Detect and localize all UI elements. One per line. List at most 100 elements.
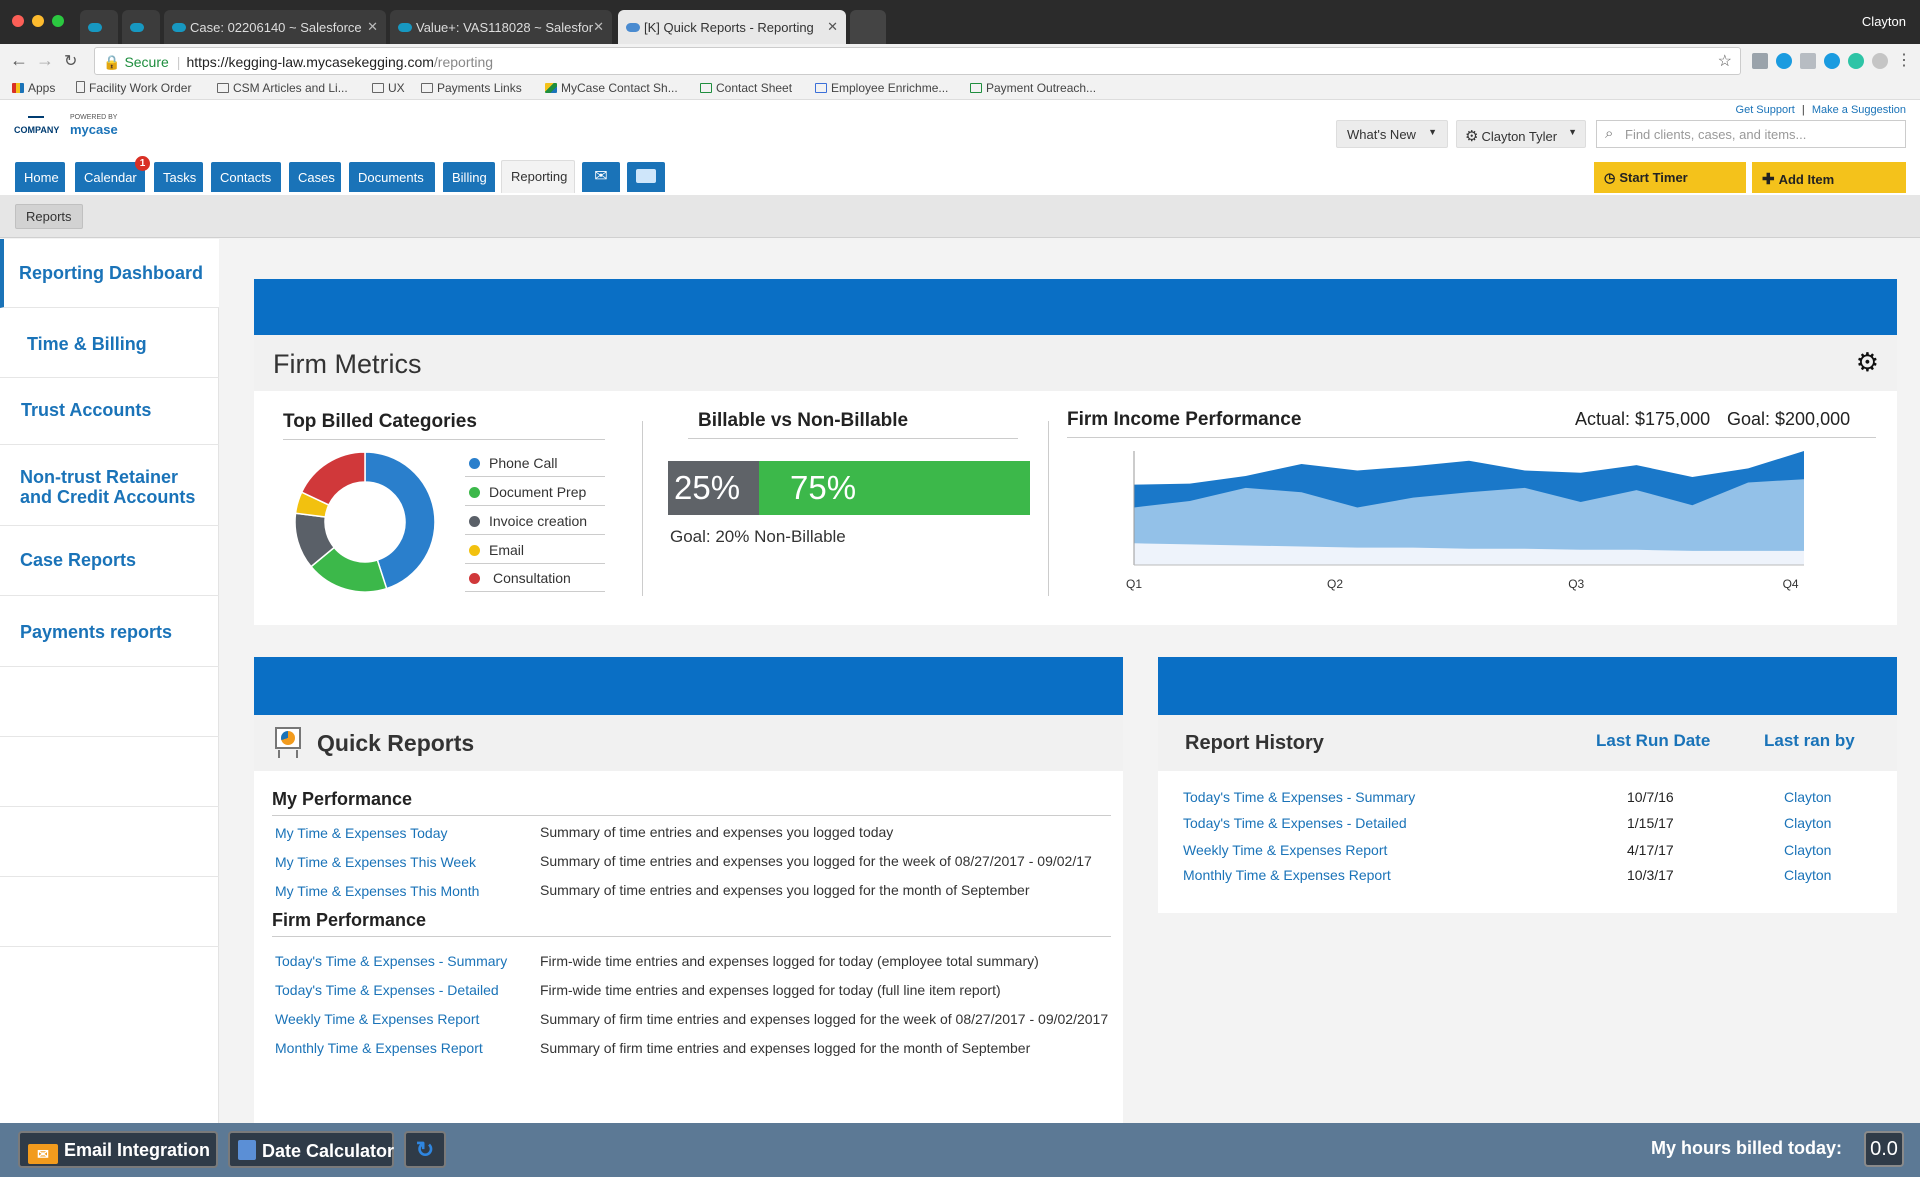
- global-search-input[interactable]: ⌕ Find clients, cases, and items...: [1596, 120, 1906, 148]
- get-support-link[interactable]: Get Support: [1736, 104, 1795, 116]
- tab-home[interactable]: Home: [15, 162, 65, 192]
- history-report-link[interactable]: Weekly Time & Expenses Report: [1183, 842, 1387, 858]
- mycase-tab-icon: [626, 23, 640, 32]
- browser-tab[interactable]: Value+: VAS118028 ~ Salesfor ✕: [390, 10, 612, 44]
- sidebar-item-case-reports[interactable]: Case Reports: [0, 526, 219, 596]
- sync-globe-icon[interactable]: ↻: [404, 1131, 446, 1168]
- firm-metrics-header: Firm Metrics ⚙: [254, 335, 1897, 391]
- email-integration-button[interactable]: ✉ Email Integration: [18, 1131, 218, 1168]
- tab-reporting[interactable]: Reporting: [501, 160, 575, 193]
- bookmark-item[interactable]: Employee Enrichme...: [815, 81, 948, 95]
- history-user-link[interactable]: Clayton: [1784, 842, 1831, 858]
- report-link[interactable]: My Time & Expenses This Week: [275, 854, 476, 870]
- report-link[interactable]: My Time & Expenses This Month: [275, 883, 479, 899]
- sheets-icon: [700, 83, 712, 93]
- presentation-chart-icon: [272, 725, 304, 759]
- extension-icon[interactable]: [1800, 53, 1816, 69]
- bookmark-star-icon[interactable]: ☆: [1718, 51, 1732, 71]
- close-tab-icon[interactable]: ✕: [827, 19, 838, 35]
- bookmark-item[interactable]: Facility Work Order: [76, 81, 191, 95]
- clock-icon: ◷: [1604, 170, 1616, 185]
- history-report-link[interactable]: Monthly Time & Expenses Report: [1183, 867, 1391, 883]
- minimize-window-icon[interactable]: [32, 15, 44, 27]
- email-icon[interactable]: ✉: [582, 162, 620, 192]
- legend-item: Document Prep: [465, 478, 605, 506]
- sidebar-item-time-billing[interactable]: Time & Billing: [0, 308, 219, 378]
- company-logo[interactable]: COMPANY: [14, 125, 59, 135]
- firm-income-area-chart: Q1 Q2 Q3 Q4: [1126, 451, 1804, 591]
- bookmark-item[interactable]: MyCase Contact Sh...: [545, 81, 678, 95]
- tab-calendar[interactable]: Calendar: [75, 162, 145, 192]
- browser-tab[interactable]: Case: 02206140 ~ Salesforce ✕: [164, 10, 386, 44]
- sidebar-item-non-trust-retainer[interactable]: Non-trust Retainer and Credit Accounts: [0, 445, 219, 526]
- close-tab-icon[interactable]: ✕: [367, 19, 378, 35]
- sidebar-item-payments-reports[interactable]: Payments reports: [0, 596, 219, 667]
- salesforce-icon: [172, 23, 186, 32]
- extension-icon[interactable]: [1872, 53, 1888, 69]
- extension-icon[interactable]: [1752, 53, 1768, 69]
- browser-profile-name[interactable]: Clayton: [1862, 14, 1906, 29]
- tab-cases[interactable]: Cases: [289, 162, 341, 192]
- history-user-link[interactable]: Clayton: [1784, 867, 1831, 883]
- url-field[interactable]: 🔒 Secure | https://kegging-law.mycasekeggin…: [94, 47, 1741, 75]
- billable-bar: 25% 75%: [668, 461, 1030, 515]
- report-link[interactable]: My Time & Expenses Today: [275, 825, 447, 841]
- report-history-title: Report History: [1185, 732, 1324, 754]
- forward-icon[interactable]: →: [36, 50, 54, 71]
- reports-subtab[interactable]: Reports: [15, 204, 83, 229]
- reporting-sidebar: Reporting Dashboard Time & Billing Trust…: [0, 239, 219, 1123]
- easel-legs-shape: [278, 750, 298, 758]
- tab-billing[interactable]: Billing: [443, 162, 495, 192]
- new-tab-button[interactable]: [850, 10, 886, 44]
- whats-new-dropdown[interactable]: What's New ▼: [1336, 120, 1448, 148]
- add-item-button[interactable]: ✚ Add Item: [1752, 162, 1906, 193]
- last-run-date-header[interactable]: Last Run Date: [1596, 731, 1710, 751]
- extension-icon[interactable]: [1848, 53, 1864, 69]
- quick-reports-header: Quick Reports: [254, 715, 1123, 771]
- tab-tasks[interactable]: Tasks: [154, 162, 203, 192]
- top-billed-donut-chart: [295, 452, 435, 592]
- maximize-window-icon[interactable]: [52, 15, 64, 27]
- bookmark-item[interactable]: Payment Outreach...: [970, 81, 1096, 95]
- report-link[interactable]: Weekly Time & Expenses Report: [275, 1011, 479, 1027]
- report-link[interactable]: Monthly Time & Expenses Report: [275, 1040, 483, 1056]
- caret-down-icon: ▼: [1428, 127, 1437, 137]
- report-link[interactable]: Today's Time & Expenses - Detailed: [275, 982, 499, 998]
- bookmark-folder[interactable]: CSM Articles and Li...: [217, 81, 348, 95]
- make-suggestion-link[interactable]: Make a Suggestion: [1812, 104, 1906, 116]
- browser-menu-icon[interactable]: ⋮: [1896, 50, 1912, 70]
- settings-gear-icon[interactable]: ⚙: [1856, 347, 1879, 378]
- tab-contacts[interactable]: Contacts: [211, 162, 281, 192]
- extension-icon[interactable]: [1776, 53, 1792, 69]
- bookmark-folder[interactable]: Payments Links: [421, 81, 522, 95]
- sidebar-item-reporting-dashboard[interactable]: Reporting Dashboard: [0, 239, 219, 308]
- sheets-icon: [970, 83, 982, 93]
- user-menu-dropdown[interactable]: ⚙ Clayton Tyler ▼: [1456, 120, 1586, 148]
- browser-tab-active[interactable]: [K] Quick Reports - Reporting ✕: [618, 10, 846, 44]
- close-tab-icon[interactable]: ✕: [593, 19, 604, 35]
- back-icon[interactable]: ←: [10, 50, 28, 71]
- history-report-link[interactable]: Today's Time & Expenses - Detailed: [1183, 815, 1407, 831]
- start-timer-button[interactable]: ◷ Start Timer: [1594, 162, 1746, 193]
- browser-tab[interactable]: [122, 10, 160, 44]
- tab-documents[interactable]: Documents: [349, 162, 435, 192]
- last-ran-by-header[interactable]: Last ran by: [1764, 731, 1855, 751]
- history-report-link[interactable]: Today's Time & Expenses - Summary: [1183, 789, 1415, 805]
- browser-tab[interactable]: [80, 10, 118, 44]
- close-window-icon[interactable]: [12, 15, 24, 27]
- bookmark-folder[interactable]: UX: [372, 81, 405, 95]
- history-run-date: 4/17/17: [1627, 842, 1674, 858]
- history-user-link[interactable]: Clayton: [1784, 789, 1831, 805]
- salesforce-icon: [398, 23, 412, 32]
- bookmark-item[interactable]: Apps: [12, 81, 55, 95]
- bookmark-item[interactable]: Contact Sheet: [700, 81, 792, 95]
- firm-metrics-banner: [254, 279, 1897, 335]
- date-calculator-button[interactable]: Date Calculator: [228, 1131, 394, 1168]
- chat-icon[interactable]: [627, 162, 665, 192]
- history-run-date: 1/15/17: [1627, 815, 1674, 831]
- extension-icon[interactable]: [1824, 53, 1840, 69]
- report-link[interactable]: Today's Time & Expenses - Summary: [275, 953, 507, 969]
- history-user-link[interactable]: Clayton: [1784, 815, 1831, 831]
- reload-icon[interactable]: ↻: [64, 51, 77, 71]
- sidebar-item-trust-accounts[interactable]: Trust Accounts: [0, 378, 219, 445]
